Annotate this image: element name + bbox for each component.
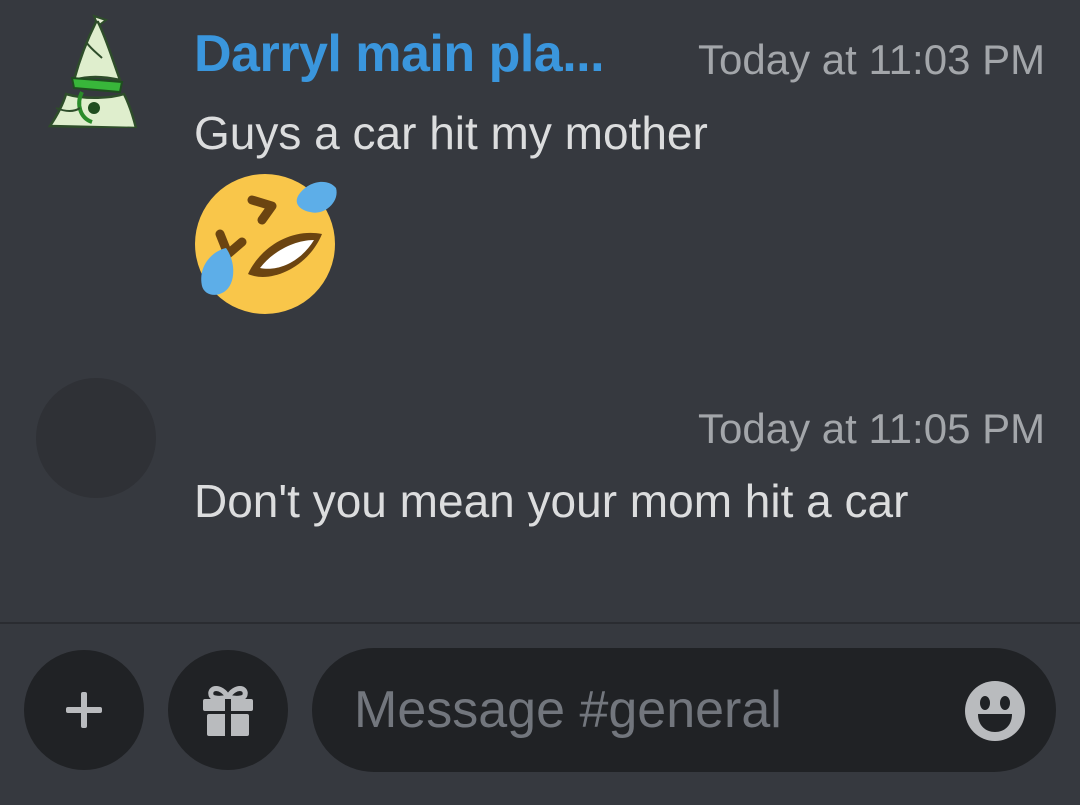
rolling-on-floor-laughing-emoji[interactable] — [190, 168, 340, 318]
smile-icon[interactable] — [964, 680, 1026, 742]
message-list: Darryl main pla... Today at 11:03 PM Guy… — [0, 0, 1080, 622]
avatar-image — [47, 14, 138, 130]
plus-icon — [66, 692, 102, 728]
message-text: Guys a car hit my mother — [194, 107, 708, 159]
gift-button[interactable] — [168, 650, 288, 770]
message-author[interactable]: Darryl main pla... — [194, 24, 605, 84]
emoji-icon — [195, 174, 337, 314]
gift-icon — [203, 686, 253, 736]
message-timestamp: Today at 11:03 PM — [698, 36, 1046, 83]
avatar[interactable] — [36, 378, 156, 498]
message-input-placeholder[interactable]: Message #general — [354, 680, 782, 740]
message-input[interactable]: Message #general — [312, 648, 1056, 772]
message-text: Don't you mean your mom hit a car — [194, 475, 909, 527]
attach-button[interactable] — [24, 650, 144, 770]
avatar[interactable] — [36, 8, 156, 130]
message-timestamp: Today at 11:05 PM — [698, 405, 1046, 452]
